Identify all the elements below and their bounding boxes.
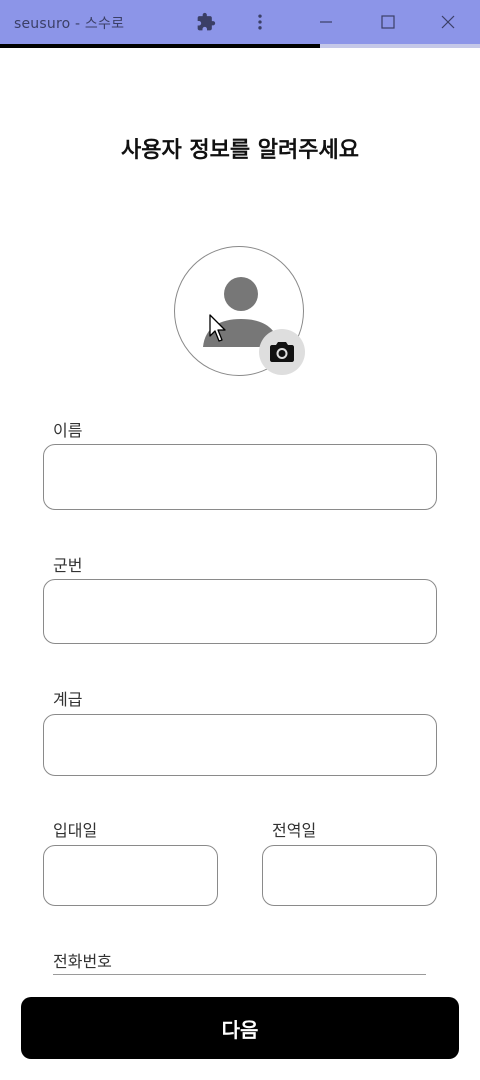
progress-fill [0, 44, 321, 48]
discharge-date-label: 전역일 [272, 821, 317, 840]
close-icon[interactable] [434, 8, 462, 36]
minimize-icon[interactable] [312, 8, 340, 36]
service-number-input[interactable] [43, 579, 437, 644]
name-label: 이름 [53, 421, 83, 440]
name-input[interactable] [43, 444, 437, 510]
puzzle-icon[interactable] [192, 8, 220, 36]
window-title: seusuro - 스수로 [14, 16, 125, 32]
window-titlebar: seusuro - 스수로 [0, 0, 480, 44]
more-vert-icon[interactable] [246, 8, 274, 36]
phone-input-underline[interactable] [53, 974, 426, 975]
discharge-date-input[interactable] [262, 845, 437, 906]
progress-bar [0, 44, 480, 48]
rank-label: 계급 [53, 690, 83, 709]
camera-icon [270, 342, 294, 362]
phone-label: 전화번호 [53, 952, 112, 971]
enlist-date-input[interactable] [43, 845, 218, 906]
page-title: 사용자 정보를 알려주세요 [121, 138, 359, 163]
rank-input[interactable] [43, 714, 437, 776]
maximize-icon[interactable] [374, 8, 402, 36]
enlist-date-label: 입대일 [53, 821, 98, 840]
service-number-label: 군번 [53, 556, 83, 575]
camera-button[interactable] [259, 329, 305, 375]
mouse-cursor-icon [209, 314, 226, 342]
next-button[interactable]: 다음 [21, 997, 459, 1059]
